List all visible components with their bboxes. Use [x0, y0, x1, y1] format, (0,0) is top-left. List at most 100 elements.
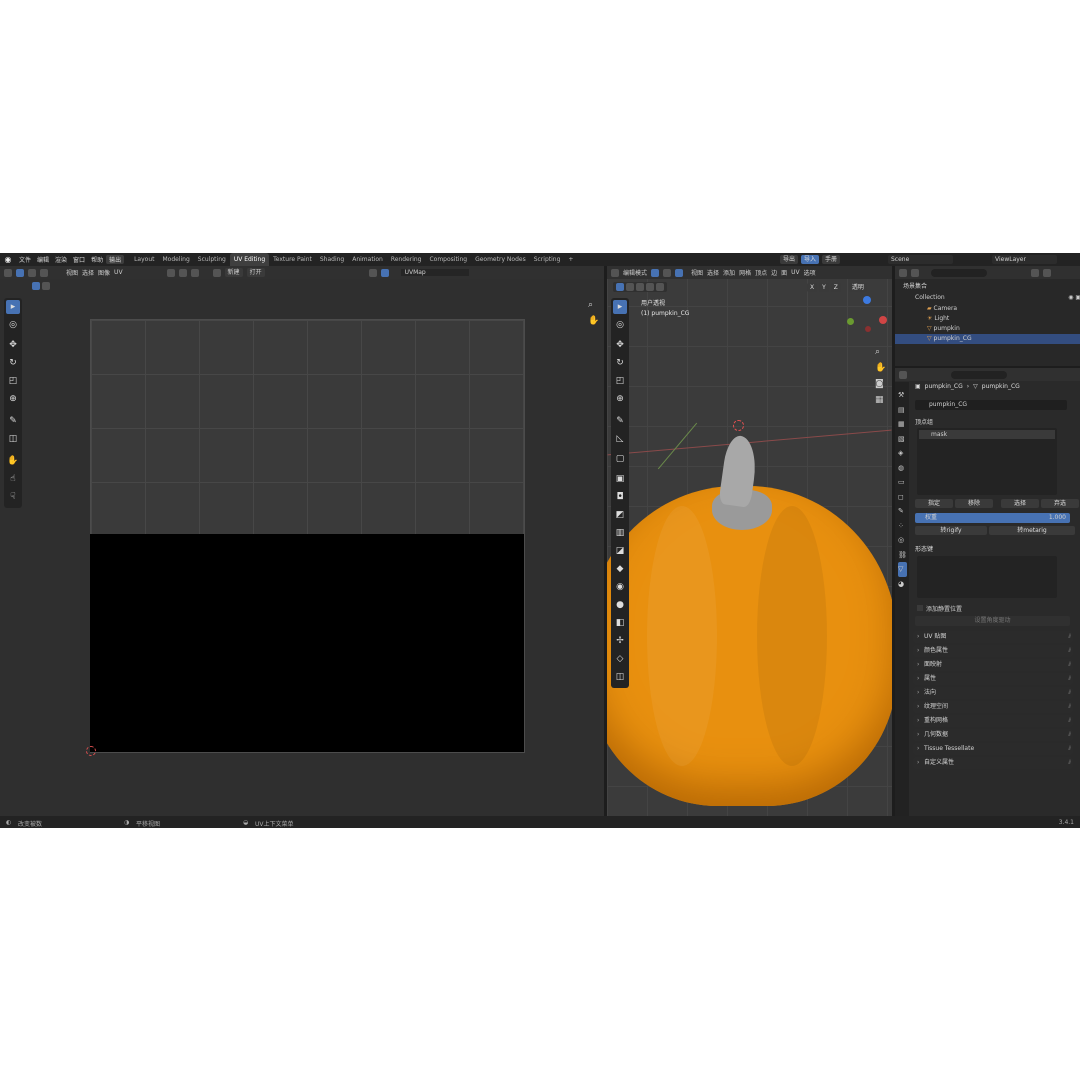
menu-face[interactable]: 面	[781, 268, 787, 277]
tab-modeling[interactable]: Modeling	[159, 253, 194, 266]
rotate-icon[interactable]: ↻	[6, 356, 20, 370]
bevel-icon[interactable]: ◩	[613, 508, 627, 522]
grab-icon[interactable]: ✋	[6, 454, 20, 468]
output-tab-icon[interactable]: ▦	[898, 417, 907, 432]
menu-file[interactable]: 文件	[16, 255, 34, 264]
mesh-name-field[interactable]: pumpkin_CG	[915, 400, 1067, 410]
shrink-fatten-icon[interactable]: ✢	[613, 634, 627, 648]
menu-edit[interactable]: 编辑	[34, 255, 52, 264]
tab-sculpting[interactable]: Sculpting	[194, 253, 230, 266]
uv-menu-select[interactable]: 选择	[82, 268, 94, 277]
select-mode-icon[interactable]	[32, 282, 40, 290]
panel-uv-maps[interactable]: UV 贴图⁞⁞	[913, 631, 1073, 643]
display-mode-icon[interactable]	[911, 268, 919, 277]
menu-view[interactable]: 视图	[691, 268, 703, 277]
visibility-eye-icon[interactable]: ◉ ▣	[1068, 293, 1080, 303]
shear-icon[interactable]: ◇	[613, 652, 627, 666]
mode-selector[interactable]: 编辑模式	[623, 268, 647, 277]
3d-viewport[interactable]: 编辑模式 视图 选择 添加 网格 顶点 边 面 UV 选项 X Y Z 透明 用…	[607, 266, 892, 816]
2d-cursor-icon[interactable]	[86, 746, 96, 756]
shape-keys-panel-title[interactable]: 形态键	[915, 544, 933, 553]
pan-hand-icon[interactable]: ✋	[588, 316, 599, 326]
knife-icon[interactable]: ◪	[613, 544, 627, 558]
uv-menu-uv[interactable]: UV	[114, 269, 123, 276]
mirror-z-toggle[interactable]: Z	[830, 283, 841, 292]
filter-icon[interactable]	[1031, 268, 1039, 277]
face-select-icon[interactable]	[40, 268, 48, 277]
poly-build-icon[interactable]: ◆	[613, 562, 627, 576]
editor-type-icon[interactable]	[611, 268, 619, 277]
properties-search-input[interactable]	[951, 370, 1007, 379]
display-channels-icon[interactable]	[380, 268, 389, 277]
panel-geometry-data[interactable]: 几何数据⁞⁞	[913, 729, 1073, 741]
uvmap-selector[interactable]: UVMap	[400, 269, 469, 276]
snap-icon[interactable]	[178, 268, 187, 277]
tab-compositing[interactable]: Compositing	[425, 253, 471, 266]
neg-x-axis-icon[interactable]	[865, 326, 871, 332]
menu-vertex[interactable]: 顶点	[755, 268, 767, 277]
inset-icon[interactable]: ◘	[613, 490, 627, 504]
to-metarig-button[interactable]: 转metarig	[989, 526, 1075, 535]
panel-attributes[interactable]: 属性⁞⁞	[913, 673, 1073, 685]
smooth-icon[interactable]: ●	[613, 598, 627, 612]
z-axis-icon[interactable]	[863, 296, 871, 304]
render-tab-icon[interactable]: ▤	[898, 403, 907, 418]
scale-icon[interactable]: ◰	[6, 374, 20, 388]
menu-edge[interactable]: 边	[771, 268, 777, 277]
x-axis-icon[interactable]	[879, 316, 887, 324]
select-box-icon[interactable]: ▸	[613, 300, 627, 314]
outliner-item-light[interactable]: ☀ Light ◉ ▣	[895, 314, 1080, 324]
shape-key-list[interactable]	[917, 556, 1057, 598]
select-extend-icon[interactable]	[626, 283, 634, 291]
mirror-x-toggle[interactable]: X	[807, 283, 818, 292]
transform-icon[interactable]: ⊕	[6, 392, 20, 406]
uv-menu-view[interactable]: 视图	[66, 268, 78, 277]
move-icon[interactable]: ✥	[613, 338, 627, 352]
vertex-mode-icon[interactable]	[651, 268, 660, 277]
panel-tissue-tessellate[interactable]: Tissue Tessellate⁞⁞	[913, 743, 1073, 755]
relax-icon[interactable]: ☝	[6, 472, 20, 486]
object-tab-icon[interactable]: ◻	[898, 490, 907, 505]
menu-options[interactable]: 选项	[804, 268, 816, 277]
scene-tab-icon[interactable]: ◈	[898, 446, 907, 461]
extrude-icon[interactable]: ▣	[613, 472, 627, 486]
annotate-icon[interactable]: ✎	[6, 414, 20, 428]
cursor-icon[interactable]: ◎	[613, 318, 627, 332]
pinch-icon[interactable]: ☟	[6, 490, 20, 504]
modifier-tab-icon[interactable]: ✎	[898, 504, 907, 519]
panel-custom-properties[interactable]: 自定义属性⁞⁞	[913, 757, 1073, 769]
import-button[interactable]: 导入	[801, 255, 820, 264]
outliner-item-pumpkin[interactable]: ▽ pumpkin ◉ ▣	[895, 324, 1080, 334]
panel-color-attributes[interactable]: 颜色属性⁞⁞	[913, 645, 1073, 657]
menu-render[interactable]: 渲染	[52, 255, 70, 264]
menu-uv[interactable]: UV	[791, 269, 800, 276]
select-button[interactable]: 选择	[1001, 499, 1039, 508]
assign-button[interactable]: 指定	[915, 499, 953, 508]
tab-animation[interactable]: Animation	[348, 253, 387, 266]
menu-add[interactable]: 添加	[723, 268, 735, 277]
new-collection-icon[interactable]	[1043, 268, 1051, 277]
pivot-icon[interactable]	[166, 268, 175, 277]
outliner-item-camera[interactable]: ▰ Camera ◉ ▣	[895, 304, 1080, 314]
ortho-grid-icon[interactable]: ▦	[875, 392, 886, 408]
tab-rendering[interactable]: Rendering	[387, 253, 426, 266]
tab-shading[interactable]: Shading	[316, 253, 348, 266]
tool-tab-icon[interactable]: ⚒	[898, 388, 907, 403]
outliner-search-input[interactable]	[931, 268, 987, 277]
open-image-button[interactable]: 打开	[246, 268, 265, 277]
xray-button[interactable]: 透明	[848, 283, 867, 292]
cursor-icon[interactable]: ◎	[6, 318, 20, 332]
camera-view-icon[interactable]: ◙	[875, 376, 886, 392]
scale-icon[interactable]: ◰	[613, 374, 627, 388]
deselect-button[interactable]: 弃选	[1041, 499, 1079, 508]
outliner[interactable]: 场景集合 Collection ◉ ▣ ▰ Camera ◉ ▣ ☀ Light…	[895, 266, 1080, 366]
uv-editor[interactable]: 视图 选择 图像 UV 新建 打开 UVMap ▸ ◎ ✥ ↻ ◰ ⊕ ✎ ◫ …	[0, 266, 604, 816]
tab-layout[interactable]: Layout	[130, 253, 158, 266]
vertex-group-list[interactable]: mask	[917, 428, 1057, 495]
mirror-y-toggle[interactable]: Y	[819, 283, 829, 292]
panel-normals[interactable]: 法向⁞⁞	[913, 687, 1073, 699]
rip-region-icon[interactable]: ◫	[613, 670, 627, 684]
editor-type-icon[interactable]	[4, 268, 12, 277]
view-layer-selector[interactable]: ViewLayer	[992, 255, 1057, 264]
add-workspace-button[interactable]: +	[564, 253, 577, 266]
